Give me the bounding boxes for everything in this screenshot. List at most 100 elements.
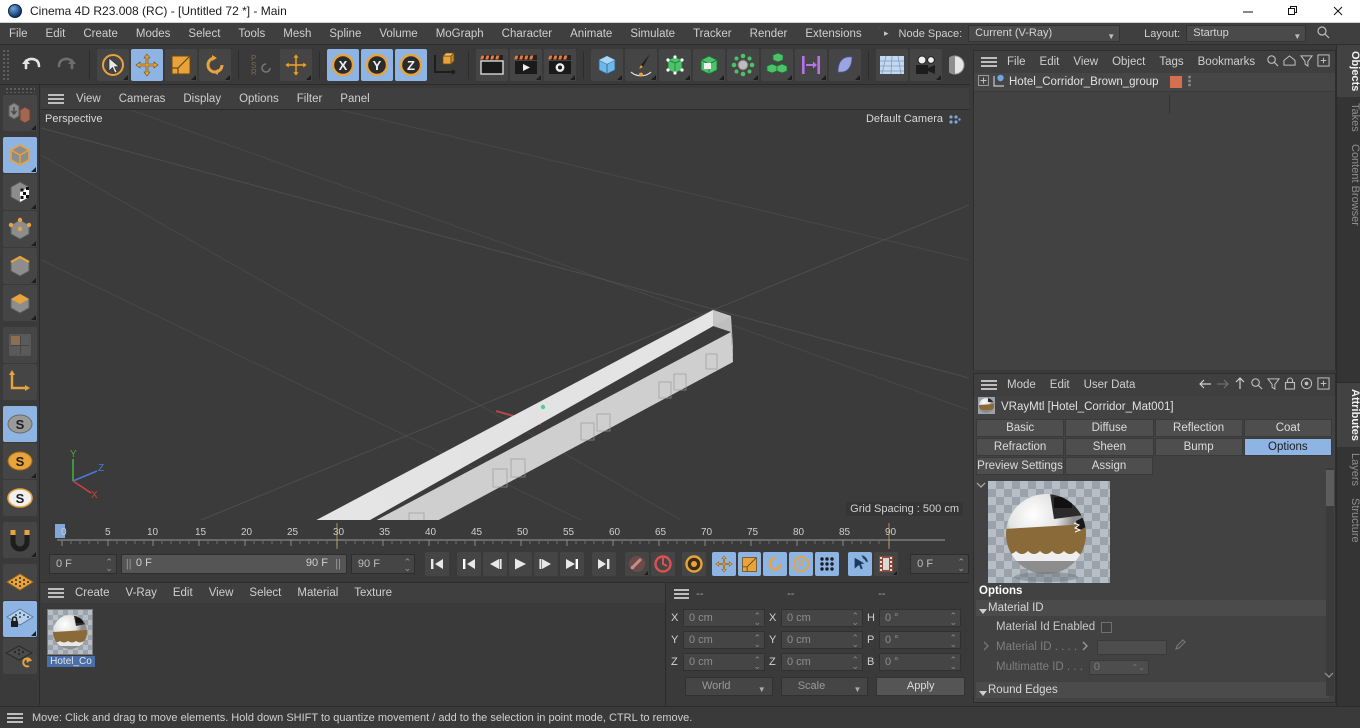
redo-icon[interactable]	[50, 49, 82, 81]
search-icon[interactable]	[1250, 377, 1263, 393]
viewport-menu-display[interactable]: Display	[174, 88, 230, 110]
chevron-down-icon[interactable]	[976, 480, 986, 492]
model-mode-icon[interactable]	[2, 137, 37, 173]
eyedropper-icon[interactable]	[1173, 639, 1187, 655]
rotation-key-icon[interactable]	[763, 552, 788, 576]
search-icon[interactable]	[1316, 25, 1330, 42]
move-tool-icon[interactable]	[280, 48, 312, 81]
tab-sheen[interactable]: Sheen	[1065, 438, 1154, 456]
size-y-field[interactable]: 0 cm ⌃ ⌄	[781, 631, 863, 649]
attributes-scrollbar-thumb[interactable]	[1326, 470, 1334, 506]
menu-item-tracker[interactable]: Tracker	[684, 23, 741, 45]
tab-options[interactable]: Options	[1243, 438, 1332, 456]
menu-item-simulate[interactable]: Simulate	[621, 23, 684, 45]
material-preview-sphere[interactable]	[988, 481, 1110, 583]
stepper-icon[interactable]: ⌃⌄	[851, 634, 859, 649]
chevron-down-icon[interactable]	[1324, 670, 1334, 682]
stepper-icon[interactable]: ⌃⌄	[1132, 661, 1145, 674]
position-z-field[interactable]: 0 cm ⌃ ⌄	[683, 653, 765, 671]
material-item[interactable]: Hotel_Co	[47, 609, 95, 667]
add-icon[interactable]	[1317, 377, 1330, 393]
point-level-animation-icon[interactable]	[815, 552, 840, 576]
vtab-structure[interactable]: Structure	[1337, 492, 1360, 549]
menu-item-spline[interactable]: Spline	[320, 23, 370, 45]
objects-menu-view[interactable]: View	[1066, 51, 1105, 73]
animation-mode-icon[interactable]	[848, 552, 873, 576]
stepper-icon[interactable]: ⌃⌄	[949, 612, 957, 627]
workplane-icon[interactable]	[2, 564, 37, 600]
menu-item-render[interactable]: Render	[741, 23, 797, 45]
scale-tool-icon[interactable]	[165, 48, 197, 81]
material-tag-icon[interactable]	[1169, 76, 1182, 88]
apply-button[interactable]: Apply	[876, 676, 966, 696]
menu-item-extensions[interactable]: Extensions	[796, 23, 870, 45]
null-object-icon[interactable]	[992, 74, 1006, 91]
menu-item-mograph[interactable]: MoGraph	[427, 23, 493, 45]
layout-select[interactable]: Startup ▼	[1186, 25, 1307, 42]
material-menu-select[interactable]: Select	[241, 583, 289, 603]
viewport-menu-panel[interactable]: Panel	[331, 88, 378, 110]
attributes-menu-user-data[interactable]: User Data	[1077, 374, 1143, 396]
mograph-cloner-icon[interactable]	[761, 48, 793, 81]
move-tool-icon[interactable]	[131, 48, 163, 81]
tab-assign[interactable]: Assign	[1065, 457, 1153, 475]
render-picture-viewer-icon[interactable]	[510, 48, 542, 81]
enable-axis-icon[interactable]: S	[2, 406, 37, 442]
multimatte-id-field[interactable]: 0 ⌃⌄	[1088, 659, 1149, 675]
restore-icon[interactable]	[1270, 0, 1315, 23]
stepper-icon[interactable]: ⌃⌄	[957, 558, 965, 573]
vtab-content-browser[interactable]: Content Browser	[1337, 138, 1360, 232]
lock-workplane-icon[interactable]	[2, 601, 37, 637]
edges-mode-icon[interactable]	[2, 248, 37, 284]
objects-tree[interactable]: Hotel_Corridor_Brown_group	[974, 73, 1335, 370]
magnet-icon[interactable]	[2, 522, 37, 558]
tab-refraction[interactable]: Refraction	[976, 438, 1065, 456]
axis-x-button[interactable]: X	[327, 48, 359, 81]
viewport-menu-filter[interactable]: Filter	[288, 88, 332, 110]
preview-frame-field[interactable]: 0 F ⌃ ⌄	[910, 554, 969, 574]
stepper-icon[interactable]: ⌃⌄	[105, 558, 113, 573]
enable-quantize-icon[interactable]: S	[2, 480, 37, 516]
triangle-down-icon[interactable]	[979, 604, 987, 620]
hamburger-icon[interactable]	[673, 587, 690, 601]
record-active-objects-icon[interactable]	[624, 552, 649, 576]
coord-system-select[interactable]: World ▼	[685, 676, 773, 696]
go-to-end-icon[interactable]	[591, 552, 616, 576]
enable-snapping-icon[interactable]: S	[2, 443, 37, 479]
render-view-icon[interactable]	[476, 48, 508, 81]
tab-basic[interactable]: Basic	[976, 419, 1065, 437]
size-z-field[interactable]: 0 cm ⌃ ⌄	[781, 653, 863, 671]
menu-item-create[interactable]: Create	[74, 23, 127, 45]
back-arrow-icon[interactable]	[1198, 378, 1212, 393]
menu-item-edit[interactable]: Edit	[37, 23, 75, 45]
array-modeling-icon[interactable]	[693, 48, 725, 81]
psr-icon[interactable]: P S R	[246, 49, 278, 81]
menu-overflow-arrow-icon[interactable]: ▸	[880, 28, 893, 39]
triangle-down-icon[interactable]	[979, 686, 987, 702]
environment-floor-icon[interactable]	[876, 48, 908, 81]
filter-icon[interactable]	[1299, 54, 1314, 70]
vtab-objects[interactable]: Objects	[1337, 45, 1360, 98]
material-menu-texture[interactable]: Texture	[346, 583, 400, 603]
close-icon[interactable]	[1315, 0, 1360, 23]
vtab-layers[interactable]: Layers	[1337, 447, 1360, 492]
end-frame-field[interactable]: 90 F ⌃ ⌄	[350, 554, 416, 574]
rotation-b-field[interactable]: 0 ° ⌃ ⌄	[879, 653, 961, 671]
object-row-hotel-corridor-brown-group[interactable]: Hotel_Corridor_Brown_group	[974, 73, 1335, 92]
hamburger-icon[interactable]	[47, 586, 65, 600]
viewport-menu-cameras[interactable]: Cameras	[110, 88, 175, 110]
objects-menu-object[interactable]: Object	[1105, 51, 1152, 73]
objects-menu-bookmarks[interactable]: Bookmarks	[1191, 51, 1263, 73]
minimize-icon[interactable]	[1225, 0, 1270, 23]
search-icon[interactable]	[1266, 54, 1279, 70]
menu-item-select[interactable]: Select	[179, 23, 229, 45]
position-x-field[interactable]: 0 cm ⌃ ⌄	[683, 609, 765, 627]
undo-icon[interactable]	[16, 49, 48, 81]
hamburger-icon[interactable]	[980, 55, 998, 69]
stepper-icon[interactable]: ⌃⌄	[404, 558, 412, 573]
material-menu-material[interactable]: Material	[289, 583, 346, 603]
home-icon[interactable]	[1283, 54, 1296, 70]
size-x-field[interactable]: 0 cm ⌃ ⌄	[781, 609, 863, 627]
menu-item-vray[interactable]: V-Ray	[871, 23, 881, 45]
size-mode-select[interactable]: Scale ▼	[780, 676, 869, 696]
